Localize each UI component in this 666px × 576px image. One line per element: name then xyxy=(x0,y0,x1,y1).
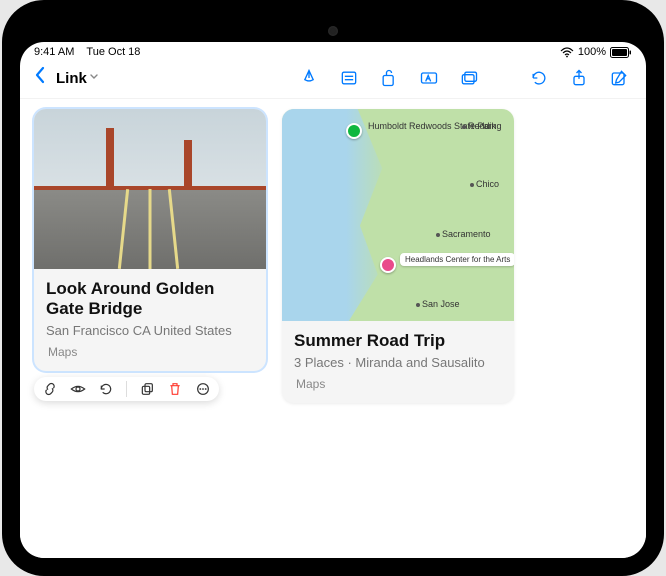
battery-icon xyxy=(610,47,632,58)
wifi-icon xyxy=(560,47,574,58)
map-label: Redding xyxy=(462,121,502,131)
delete-action-button[interactable] xyxy=(167,381,183,397)
ipad-frame: 9:41 AM Tue Oct 18 100% Link xyxy=(2,0,664,576)
document-title-menu[interactable]: Link xyxy=(56,70,99,87)
duplicate-action-button[interactable] xyxy=(139,381,155,397)
device-camera xyxy=(328,26,338,36)
card-subtitle: 3 Places · Miranda and Sausalito xyxy=(294,355,502,371)
compose-button[interactable] xyxy=(602,64,636,92)
selection-handle[interactable] xyxy=(262,367,266,371)
card-body: Summer Road Trip 3 Places · Miranda and … xyxy=(282,321,514,403)
status-time: 9:41 AM xyxy=(34,46,74,58)
map-pin-park-icon xyxy=(346,123,362,139)
document-title: Link xyxy=(56,70,87,87)
card-title: Summer Road Trip xyxy=(294,331,502,351)
markup-tool-button[interactable] xyxy=(292,64,326,92)
preview-action-button[interactable] xyxy=(70,381,86,397)
map-label: San Jose xyxy=(416,299,460,309)
note-canvas[interactable]: Look Around Golden Gate Bridge San Franc… xyxy=(20,99,646,558)
status-right: 100% xyxy=(560,46,632,58)
map-callout: Headlands Center for the Arts xyxy=(400,253,514,266)
card-title: Look Around Golden Gate Bridge xyxy=(46,279,254,319)
separator xyxy=(126,381,127,397)
status-left: 9:41 AM Tue Oct 18 xyxy=(34,46,140,58)
card-source: Maps xyxy=(294,377,502,391)
attachment-tool-button[interactable] xyxy=(372,64,406,92)
status-bar: 9:41 AM Tue Oct 18 100% xyxy=(20,42,646,60)
status-date: Tue Oct 18 xyxy=(86,46,140,58)
refresh-action-button[interactable] xyxy=(98,381,114,397)
maps-card-guide[interactable]: Humboldt Redwoods State Park Redding Chi… xyxy=(282,109,514,403)
screen: 9:41 AM Tue Oct 18 100% Link xyxy=(20,42,646,558)
maps-card-lookaround[interactable]: Look Around Golden Gate Bridge San Franc… xyxy=(34,109,266,371)
photos-tool-button[interactable] xyxy=(452,64,486,92)
back-button[interactable] xyxy=(30,66,50,90)
app-toolbar: Link xyxy=(20,60,646,99)
map-pin-museum-icon xyxy=(380,257,396,273)
map-label: Sacramento xyxy=(436,229,491,239)
card-thumbnail-map: Humboldt Redwoods State Park Redding Chi… xyxy=(282,109,514,321)
checklist-tool-button[interactable] xyxy=(332,64,366,92)
card-body: Look Around Golden Gate Bridge San Franc… xyxy=(34,269,266,371)
chevron-down-icon xyxy=(89,73,99,84)
text-format-button[interactable] xyxy=(412,64,446,92)
selection-handle[interactable] xyxy=(34,367,38,371)
selection-context-toolbar xyxy=(34,377,219,401)
undo-button[interactable] xyxy=(522,64,556,92)
card-source: Maps xyxy=(46,345,254,359)
card-thumbnail xyxy=(34,109,266,269)
battery-pct: 100% xyxy=(578,46,606,58)
more-action-button[interactable] xyxy=(195,381,211,397)
share-button[interactable] xyxy=(562,64,596,92)
map-label: Chico xyxy=(470,179,499,189)
link-action-button[interactable] xyxy=(42,381,58,397)
card-subtitle: San Francisco CA United States xyxy=(46,323,254,339)
